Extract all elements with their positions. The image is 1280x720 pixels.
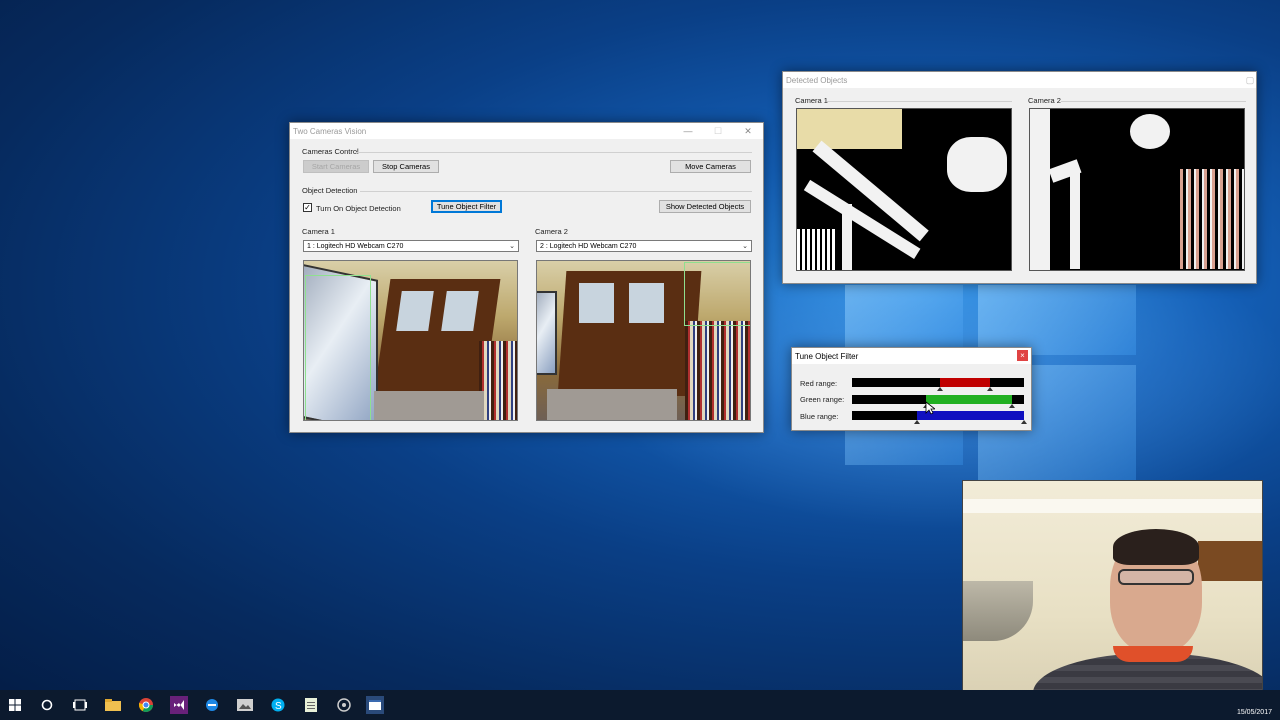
edge-icon[interactable] [203,696,221,714]
bookshelf [479,341,517,420]
camera1-view [303,260,518,421]
detected-divider [827,101,1012,102]
mask-region [797,229,837,270]
window-title: Tune Object Filter [795,351,859,361]
detected-divider [1061,101,1246,102]
door-glass [579,283,614,323]
green-range-slider[interactable] [852,395,1024,408]
green-range-label: Green range: [800,395,845,404]
chevron-down-icon: ⌄ [509,243,515,250]
title-bar[interactable]: Detected Objects ▢ [783,72,1256,88]
object-detection-label: Object Detection [302,186,358,195]
app-window-icon[interactable] [366,696,384,714]
cameras-control-label: Cameras Control [302,147,359,156]
move-cameras-button[interactable]: Move Cameras [670,160,751,173]
presenter-collar [1113,646,1193,662]
ceiling-cornice [963,499,1262,513]
close-icon[interactable]: × [1017,350,1028,361]
detected-camera1-label: Camera 1 [795,96,828,105]
red-range-slider[interactable] [852,378,1024,391]
camera2-device-value: 2 : Logitech HD Webcam C270 [540,242,637,250]
red-range-max-handle[interactable] [986,387,993,391]
title-bar[interactable]: Tune Object Filter × [792,348,1031,364]
webcam-overlay [962,480,1263,705]
turn-on-detection-checkbox[interactable]: ✓ [303,203,312,212]
title-bar[interactable]: Two Cameras Vision — ☐ ✕ [290,123,763,139]
mask-region [1030,109,1050,270]
detected-camera2-label: Camera 2 [1028,96,1061,105]
detection-box [684,262,750,326]
mask-region [1130,114,1170,149]
door-glass [441,291,479,331]
shelf-background [1198,541,1262,581]
chevron-down-icon: ⌄ [742,243,748,250]
camera2-label: Camera 2 [535,227,568,236]
show-detected-objects-button[interactable]: Show Detected Objects [659,200,751,213]
window-title: Two Cameras Vision [293,126,367,136]
camera1-label: Camera 1 [302,227,335,236]
stop-cameras-button[interactable]: Stop Cameras [373,160,439,173]
door-glass [396,291,434,331]
green-range-fill [925,395,1012,404]
two-cameras-vision-window: Two Cameras Vision — ☐ ✕ Cameras Control… [289,122,764,433]
taskbar-date[interactable]: 15/05/2017 [1237,709,1272,716]
detected-objects-window: Detected Objects ▢ Camera 1 Camera 2 [782,71,1257,284]
file-explorer-icon[interactable] [104,696,122,714]
task-view-icon[interactable] [71,696,89,714]
skype-icon[interactable]: S [269,696,287,714]
blue-range-max-handle[interactable] [1021,420,1027,424]
monitor [537,291,557,375]
notepad-icon[interactable] [302,696,320,714]
presenter-glasses [1118,569,1194,585]
red-range-fill [939,378,990,387]
blue-range-slider[interactable] [852,411,1027,424]
detection-box [305,275,371,420]
camera1-device-select[interactable]: 1 : Logitech HD Webcam C270 ⌄ [303,240,519,252]
desk [374,391,484,420]
blue-range-min-handle[interactable] [914,420,921,424]
mask-region [1070,169,1080,269]
logo-pane-top-right [978,285,1136,355]
svg-text:S: S [275,701,282,712]
camera1-device-value: 1 : Logitech HD Webcam C270 [307,242,404,250]
mouse-cursor-icon [925,401,935,415]
green-range-max-handle[interactable] [1008,404,1015,408]
minimize-icon[interactable]: — [673,123,703,139]
camera2-view [536,260,751,421]
visual-studio-icon[interactable] [170,696,188,714]
tune-object-filter-window: Tune Object Filter × Red range: Green ra… [791,347,1032,431]
cameras-control-divider [356,152,752,153]
red-range-min-handle[interactable] [936,387,943,391]
cortana-icon[interactable] [38,696,56,714]
detected-mask-camera2 [1029,108,1245,271]
window-title: Detected Objects [786,75,848,85]
door-glass [629,283,664,323]
presenter-hair [1113,529,1199,565]
desk [547,389,677,420]
bookshelf [685,321,750,420]
turn-on-detection-label[interactable]: Turn On Object Detection [316,204,401,213]
detected-mask-camera1 [796,108,1012,271]
blue-range-label: Blue range: [800,412,839,421]
mask-region [1180,169,1244,269]
taskbar: S 15/05/2017 [0,690,1280,720]
object-detection-divider [360,191,752,192]
mask-region [947,137,1007,192]
mask-region [797,109,902,149]
close-icon[interactable]: ▢ [1244,72,1256,88]
camera2-device-select[interactable]: 2 : Logitech HD Webcam C270 ⌄ [536,240,752,252]
start-cameras-button[interactable]: Start Cameras [303,160,369,173]
lamp-shade [963,581,1033,641]
settings-icon[interactable] [335,696,353,714]
maximize-icon[interactable]: ☐ [703,123,733,139]
red-range-label: Red range: [800,379,838,388]
tune-object-filter-button[interactable]: Tune Object Filter [431,200,502,213]
close-icon[interactable]: ✕ [733,123,763,139]
logo-pane-top-left [845,285,963,355]
photos-icon[interactable] [236,696,254,714]
windows-start-icon[interactable] [6,696,24,714]
chrome-icon[interactable] [137,696,155,714]
mask-region [842,204,852,270]
